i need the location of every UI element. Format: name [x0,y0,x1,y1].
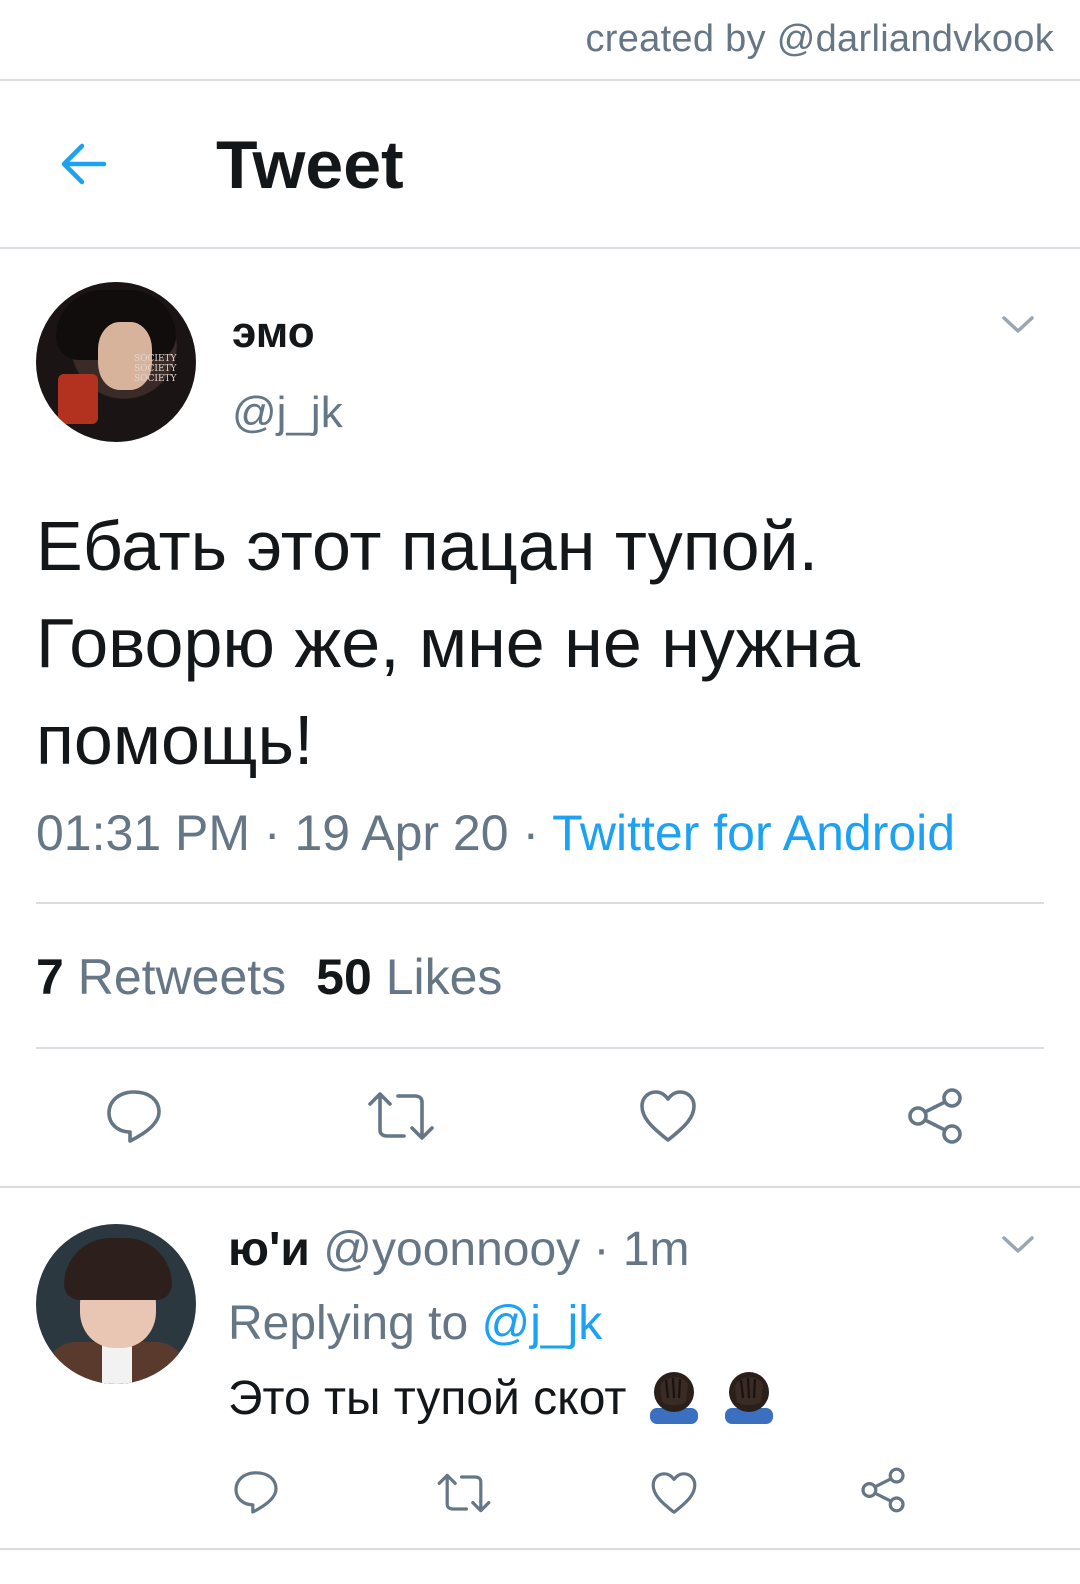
like-button[interactable] [638,1088,698,1149]
display-name[interactable]: эмо [232,308,315,358]
retweet-icon [368,1092,434,1140]
likes-count: 50 [316,949,372,1005]
retweet-icon [437,1473,491,1513]
reply-menu-button[interactable] [1000,1234,1036,1256]
share-icon [861,1467,905,1513]
separator: · [593,1223,610,1276]
user-handle[interactable]: @j_jk [232,388,343,438]
reply-header: ю'и @yoonnooy · 1m [228,1222,690,1277]
share-icon [908,1088,962,1144]
divider [36,902,1044,904]
tweet-stats: 7 Retweets 50 Likes [36,948,502,1006]
reply-icon [234,1471,278,1514]
retweets-stat[interactable]: 7 Retweets [36,949,286,1005]
reply-text: Это ты тупой скот [228,1368,777,1426]
likes-label: Likes [385,949,503,1005]
reply-button[interactable] [104,1086,164,1151]
tweet-time: 01:31 PM [36,805,251,861]
replying-to-label: Replying to [228,1297,469,1350]
face-palm-emoji [725,1372,774,1424]
reply-icon [107,1090,161,1143]
watermark: created by @darliandvkook [585,18,1054,60]
face-palm-emoji [649,1372,698,1424]
reply-share-button[interactable] [858,1466,908,1519]
divider [0,1186,1080,1188]
tweet-menu-button[interactable] [1000,314,1036,336]
avatar[interactable] [36,1224,196,1384]
reply-display-name[interactable]: ю'и [228,1223,310,1276]
reply-user-handle[interactable]: @yoonnooy [323,1223,580,1276]
chevron-down-icon [1002,316,1034,333]
retweet-button[interactable] [366,1090,436,1147]
like-icon [640,1090,696,1142]
avatar-overlay-text: SOCIETY SOCIETY SOCIETY [134,354,177,384]
separator: · [263,805,281,861]
arrow-left-icon [61,143,107,185]
divider [0,247,1080,249]
divider [0,1548,1080,1550]
reply-reply-button[interactable] [232,1468,280,1521]
share-button[interactable] [904,1086,966,1151]
chevron-down-icon [1002,1236,1034,1253]
back-button[interactable] [56,136,112,192]
reply-like-button[interactable] [650,1470,698,1521]
reply-retweet-button[interactable] [436,1472,492,1519]
divider [0,79,1080,81]
likes-stat[interactable]: 50 Likes [316,949,502,1005]
separator: · [522,805,540,861]
reply-text-body: Это ты тупой скот [228,1372,627,1425]
tweet-date: 19 Apr 20 [294,805,509,861]
divider [36,1047,1044,1049]
reply-time: 1m [622,1223,690,1276]
tweet-meta: 01:31 PM · 19 Apr 20 · Twitter for Andro… [36,804,955,862]
tweet-text: Ебать этот пацан тупой. Говорю же, мне н… [36,507,861,779]
replying-to: Replying to @j_jk [228,1296,602,1351]
like-icon [651,1472,697,1514]
retweets-label: Retweets [77,949,287,1005]
retweets-count: 7 [36,949,64,1005]
page-title: Tweet [216,127,404,203]
avatar[interactable]: SOCIETY SOCIETY SOCIETY [36,282,196,442]
tweet-source-link[interactable]: Twitter for Android [552,805,955,861]
replying-to-mention[interactable]: @j_jk [481,1297,602,1350]
